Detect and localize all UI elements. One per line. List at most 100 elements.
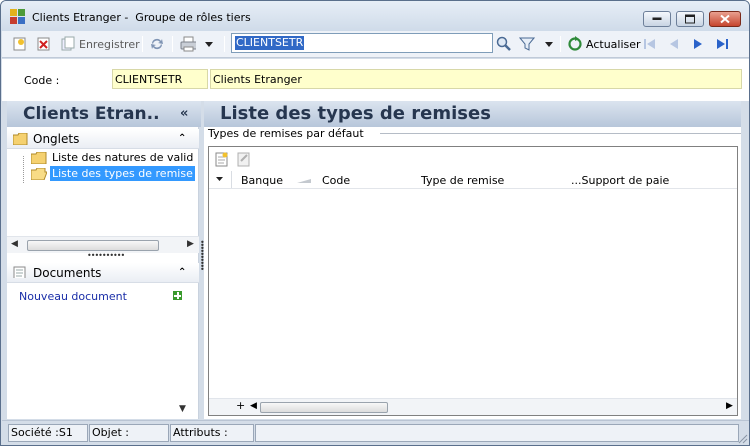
tab-item-types-remise[interactable]: Liste des types de remise <box>50 166 195 181</box>
description-field[interactable]: Clients Etranger <box>210 69 742 89</box>
maximize-button[interactable] <box>676 11 704 27</box>
previous-icon <box>670 39 678 49</box>
status-message <box>255 424 739 442</box>
code-label: Code : <box>24 74 60 87</box>
code-field[interactable]: CLIENTSETR <box>112 69 208 89</box>
toolbar-separator <box>172 36 173 52</box>
tree-guide <box>23 156 24 183</box>
grid-toolbar <box>209 147 737 171</box>
first-page-icon <box>644 39 655 49</box>
close-window-button[interactable] <box>709 11 741 27</box>
column-header-support-paie[interactable]: ...Support de paie <box>571 174 669 187</box>
new-document-link[interactable]: Nouveau document <box>19 290 127 303</box>
toolbar-separator <box>560 36 561 52</box>
add-row-plus-icon[interactable]: + <box>236 399 245 412</box>
vertical-splitter[interactable]: • • • • • • • • • • <box>200 239 205 274</box>
document-icon <box>13 266 26 278</box>
toolbar-separator <box>224 36 225 52</box>
delete-button[interactable] <box>36 35 52 53</box>
sync-icon <box>151 38 163 50</box>
documents-section-title: Documents <box>33 266 102 280</box>
column-divider <box>231 171 232 188</box>
search-button[interactable] <box>496 35 512 53</box>
resize-grip-icon[interactable] <box>738 434 748 444</box>
navigation-panel-title: Clients Etran.. <box>23 104 160 124</box>
previous-record-button[interactable] <box>666 35 682 53</box>
remise-types-grid: Banque Code Type de remise ...Support de… <box>208 146 738 416</box>
maximize-icon <box>685 14 695 24</box>
minimize-button[interactable] <box>643 11 671 27</box>
refresh-button[interactable]: Actualiser <box>567 35 641 53</box>
column-header-code[interactable]: Code <box>322 174 350 187</box>
group-box-border <box>380 133 741 134</box>
print-button[interactable] <box>180 35 196 53</box>
sort-indicator-icon <box>297 179 311 183</box>
search-icon <box>496 36 511 51</box>
first-record-button[interactable] <box>642 35 658 53</box>
minimize-icon <box>652 17 662 20</box>
delete-icon <box>37 37 50 51</box>
chevron-down-icon <box>545 41 553 47</box>
column-header-type-remise[interactable]: Type de remise <box>421 174 504 187</box>
status-attributs: Attributs : <box>170 424 254 442</box>
collapse-panel-button[interactable]: « <box>180 106 188 121</box>
folder-icon <box>31 152 47 164</box>
status-societe: Société :S1 <box>8 424 88 442</box>
title-bar[interactable]: Clients Etranger - Groupe de rôles tiers <box>1 1 749 31</box>
scroll-left-icon[interactable]: ◀ <box>250 401 257 411</box>
add-document-icon[interactable] <box>173 291 182 300</box>
chevron-down-icon <box>205 41 213 47</box>
save-label: Enregistrer <box>79 37 140 51</box>
folder-icon <box>13 133 28 145</box>
filter-button[interactable] <box>519 35 535 53</box>
new-button[interactable] <box>12 35 28 53</box>
toolbar-separator <box>142 36 143 52</box>
row-selector-dropdown-icon[interactable] <box>216 177 223 181</box>
navigation-panel-header: Clients Etran.. « <box>7 101 201 127</box>
filter-dropdown-button[interactable] <box>545 35 553 53</box>
collapse-chevron-icon[interactable]: ⌃ <box>178 267 186 278</box>
grid-horizontal-scrollbar[interactable]: + ◀ ▶ <box>209 398 737 415</box>
last-record-button[interactable] <box>714 35 730 53</box>
group-box-label: Types de remises par défaut <box>208 127 368 140</box>
next-icon <box>694 39 702 49</box>
window-title: Clients Etranger - Groupe de rôles tiers <box>32 11 251 24</box>
collapse-chevron-icon[interactable]: ⌃ <box>178 133 186 144</box>
refresh-icon <box>568 36 582 51</box>
documents-section-header[interactable]: Documents ⌃ <box>7 263 199 283</box>
close-icon <box>720 14 730 24</box>
add-row-icon[interactable] <box>215 152 229 167</box>
next-record-button[interactable] <box>690 35 706 53</box>
content-panel: Liste des types de remises Types de remi… <box>204 101 741 419</box>
filter-icon <box>519 37 535 51</box>
scroll-right-icon[interactable]: ▶ <box>726 401 733 411</box>
navigation-panel: Clients Etran.. « Onglets ⌃ Liste des na… <box>7 101 201 419</box>
scrollbar-thumb[interactable] <box>27 240 159 251</box>
scroll-left-icon[interactable]: ◀ <box>11 239 18 249</box>
content-panel-header: Liste des types de remises <box>204 101 741 127</box>
record-header: Code : CLIENTSETR Clients Etranger <box>2 59 749 101</box>
column-header-banque[interactable]: Banque <box>241 174 283 187</box>
new-record-icon <box>13 37 26 51</box>
application-window: Clients Etranger - Groupe de rôles tiers… <box>0 0 750 446</box>
printer-icon <box>180 36 196 52</box>
delete-row-icon[interactable] <box>237 152 251 167</box>
app-icon <box>10 9 26 25</box>
tab-item-natures-validation[interactable]: Liste des natures de valid <box>50 150 195 165</box>
open-folder-icon <box>31 168 47 180</box>
last-page-icon <box>717 39 728 49</box>
scrollbar-thumb[interactable] <box>260 402 388 413</box>
refresh-label: Actualiser <box>586 37 641 51</box>
status-objet: Objet : <box>89 424 169 442</box>
search-input[interactable]: CLIENTSETR <box>231 33 493 53</box>
scroll-right-icon[interactable]: ▶ <box>187 239 194 249</box>
grid-header: Banque Code Type de remise ...Support de… <box>209 171 737 189</box>
search-input-value: CLIENTSETR <box>235 36 305 50</box>
tabs-section-header[interactable]: Onglets ⌃ <box>7 129 199 149</box>
save-button[interactable]: Enregistrer <box>60 35 140 53</box>
print-dropdown-button[interactable] <box>205 35 213 53</box>
save-icon <box>61 36 75 51</box>
splitter-grip[interactable]: •••••••••• <box>87 251 125 260</box>
sync-button[interactable] <box>149 35 165 53</box>
scroll-down-icon[interactable]: ▼ <box>179 404 186 414</box>
